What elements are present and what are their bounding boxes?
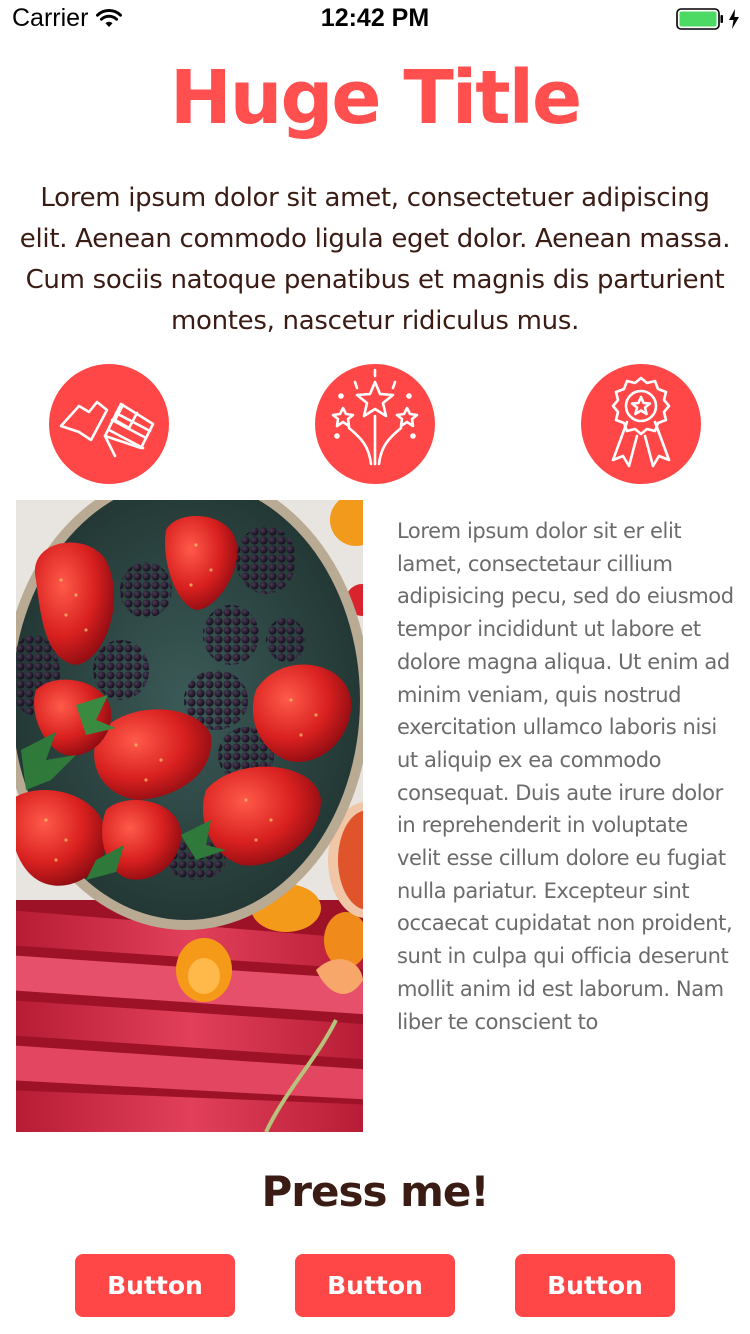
cta-title: Press me! xyxy=(261,1167,489,1216)
status-bar: Carrier 12:42 PM xyxy=(0,0,750,40)
fruit-bowl-photo xyxy=(16,500,363,1132)
button-3[interactable]: Button xyxy=(515,1254,675,1317)
intro-paragraph: Lorem ipsum dolor sit amet, consectetuer… xyxy=(19,183,731,336)
page-title: Huge Title xyxy=(169,55,582,141)
button-2[interactable]: Button xyxy=(295,1254,455,1317)
charging-bolt-icon xyxy=(728,9,740,29)
battery-icon xyxy=(676,8,724,30)
award-ribbon-icon xyxy=(581,364,701,484)
status-time: 12:42 PM xyxy=(320,4,430,32)
fireworks-star-icon xyxy=(315,364,435,484)
button-1[interactable]: Button xyxy=(75,1254,235,1317)
screen: Carrier 12:42 PM Huge Title Lorem ipsum … xyxy=(0,0,750,1334)
body-paragraph: Lorem ipsum dolor sit er elit lamet, con… xyxy=(397,519,734,1034)
status-right xyxy=(676,8,740,30)
flags-icon xyxy=(49,364,169,484)
